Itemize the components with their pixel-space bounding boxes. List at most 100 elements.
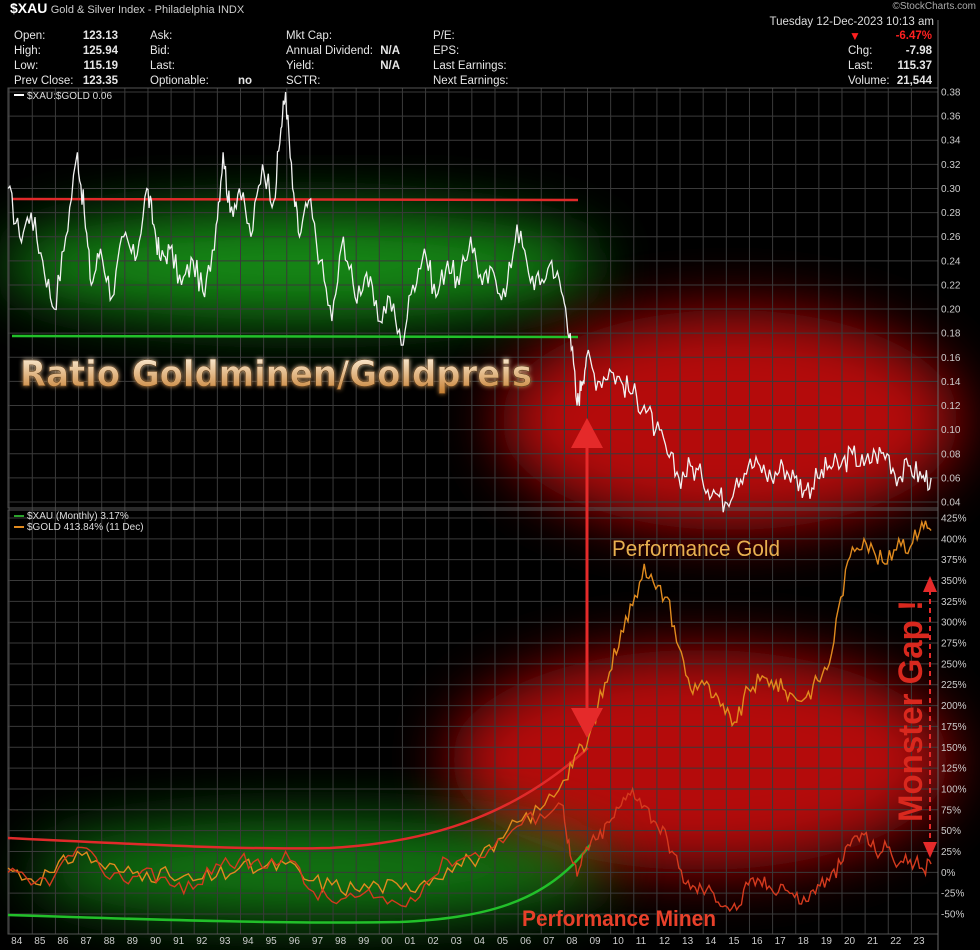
x-tick-label: 88 — [104, 936, 116, 947]
x-tick-label: 15 — [728, 936, 740, 947]
ratio-y-tick-label: 0.10 — [941, 425, 961, 436]
col4-label-3: Next Earnings: — [433, 75, 509, 87]
col1-label-1: High: — [14, 45, 41, 57]
performance-y-tick-label: 400% — [941, 534, 967, 545]
ratio-y-tick-label: 0.18 — [941, 329, 961, 340]
ratio-y-tick-label: 0.32 — [941, 160, 961, 171]
x-tick-label: 99 — [358, 936, 370, 947]
performance-y-tick-label: 150% — [941, 743, 967, 754]
col4-label-1: EPS: — [433, 45, 460, 57]
performance-y-tick-label: 425% — [941, 514, 967, 525]
col4-label-0: P/E: — [433, 30, 455, 42]
x-tick-label: 08 — [566, 936, 578, 947]
ratio-y-tick-label: 0.28 — [941, 208, 961, 219]
symbol: $XAU — [10, 0, 48, 16]
x-tick-label: 17 — [775, 936, 787, 947]
performance-y-tick-label: -50% — [941, 910, 964, 921]
performance-y-tick-label: 350% — [941, 576, 967, 587]
date-time: Tuesday 12-Dec-2023 10:13 am — [769, 16, 934, 28]
monster-gap-arrow-down-head — [923, 842, 937, 858]
ratio-y-tick-label: 0.36 — [941, 112, 961, 123]
performance-y-tick-label: 25% — [941, 847, 961, 858]
down-triangle-icon: ▼ — [849, 29, 861, 43]
col1-label-2: Low: — [14, 60, 39, 72]
ratio-y-tick-label: 0.06 — [941, 473, 961, 484]
ratio-y-tick-label: 0.22 — [941, 280, 961, 291]
perf-green-glow — [30, 820, 610, 920]
credit: ©StockCharts.com — [892, 1, 976, 12]
performance-y-tick-label: 0% — [941, 868, 956, 879]
col3-label-3: SCTR: — [286, 75, 321, 87]
x-tick-label: 18 — [798, 936, 810, 947]
ratio-y-tick-label: 0.12 — [941, 401, 961, 412]
x-tick-label: 92 — [196, 936, 208, 947]
x-tick-label: 21 — [867, 936, 879, 947]
chart-canvas: 0.04 0.06 0.08 0.10 0.12 0.14 0.16 0.18 0.20 0.22… — [0, 20, 967, 950]
performance-y-tick-label: 275% — [941, 639, 967, 650]
x-tick-label: 87 — [81, 936, 93, 947]
x-tick-label: 84 — [11, 936, 23, 947]
x-tick-label: 94 — [243, 936, 255, 947]
ratio-y-tick-label: 0.20 — [941, 305, 961, 316]
performance-gold-annotation: Performance Gold — [612, 536, 780, 561]
col1-value-2: 115.19 — [83, 60, 118, 72]
x-tick-label: 97 — [312, 936, 324, 947]
x-tick-label: 16 — [751, 936, 763, 947]
performance-y-tick-label: 175% — [941, 722, 967, 733]
ratio-y-tick-label: 0.30 — [941, 184, 961, 195]
ratio-y-tick-label: 0.16 — [941, 353, 961, 364]
x-tick-label: 12 — [659, 936, 671, 947]
performance-y-tick-label: 325% — [941, 597, 967, 608]
performance-y-tick-label: 300% — [941, 618, 967, 629]
x-tick-label: 06 — [520, 936, 532, 947]
col5-label-1: Chg: — [848, 45, 873, 57]
ratio-y-tick-label: 0.34 — [941, 136, 961, 147]
x-tick-label: 89 — [127, 936, 139, 947]
performance-miners-annotation: Performance Minen — [522, 906, 716, 931]
ratio-y-tick-label: 0.14 — [941, 377, 961, 388]
highlight-glows — [0, 210, 960, 920]
performance-y-tick-label: 75% — [941, 805, 961, 816]
x-tick-label: 11 — [636, 936, 647, 947]
monster-gap-arrow-up-head — [923, 576, 937, 592]
col5-label-2: Last: — [848, 60, 873, 72]
ratio-y-tick-label: 0.38 — [941, 88, 961, 99]
x-axis: 84 85 86 87 88 89 90 91 92 93 94 95 96 97 98 99 00 01 02 03… — [11, 936, 925, 947]
ratio-legend-label: $XAU:$GOLD 0.06 — [27, 91, 112, 102]
x-tick-label: 22 — [890, 936, 902, 947]
col1-value-3: 123.35 — [82, 75, 118, 87]
x-tick-label: 95 — [266, 936, 278, 947]
x-tick-label: 90 — [150, 936, 162, 947]
performance-y-tick-label: 50% — [941, 826, 961, 837]
performance-y-tick-label: 125% — [941, 764, 967, 775]
col3-label-2: Yield: — [286, 60, 315, 72]
x-tick-label: 02 — [428, 936, 440, 947]
col5-value-3: 21,544 — [896, 75, 932, 87]
exchange: INDX — [217, 4, 245, 16]
ratio-red-glow — [500, 310, 960, 530]
performance-y-tick-label: 100% — [941, 784, 967, 795]
x-tick-label: 07 — [543, 936, 555, 947]
col4-label-2: Last Earnings: — [433, 60, 507, 72]
x-tick-label: 93 — [219, 936, 231, 947]
ratio-y-tick-label: 0.04 — [941, 498, 961, 509]
x-tick-label: 98 — [335, 936, 347, 947]
x-tick-label: 23 — [913, 936, 925, 947]
x-tick-label: 13 — [682, 936, 694, 947]
x-tick-label: 05 — [497, 936, 509, 947]
monster-gap-annotation: Monster Gap ! — [892, 600, 930, 822]
col2-label-1: Bid: — [150, 45, 170, 57]
ratio-upper-trendline — [11, 197, 579, 202]
performance-y-tick-label: 250% — [941, 659, 967, 670]
performance-y-tick-label: 375% — [941, 555, 967, 566]
ratio-annotation: Ratio Goldminen/Goldpreis — [20, 354, 532, 395]
chart-title: $XAU Gold & Silver Index - Philadelphia … — [10, 0, 244, 16]
x-tick-label: 85 — [34, 936, 46, 947]
x-tick-label: 96 — [289, 936, 301, 947]
x-tick-label: 01 — [404, 936, 416, 947]
symbol-description: Gold & Silver Index - Philadelphia — [50, 4, 215, 16]
performance-y-tick-label: 225% — [941, 680, 967, 691]
col2-label-3: Optionable: — [150, 75, 209, 87]
x-tick-label: 19 — [821, 936, 833, 947]
col3-value-1: N/A — [380, 45, 400, 57]
